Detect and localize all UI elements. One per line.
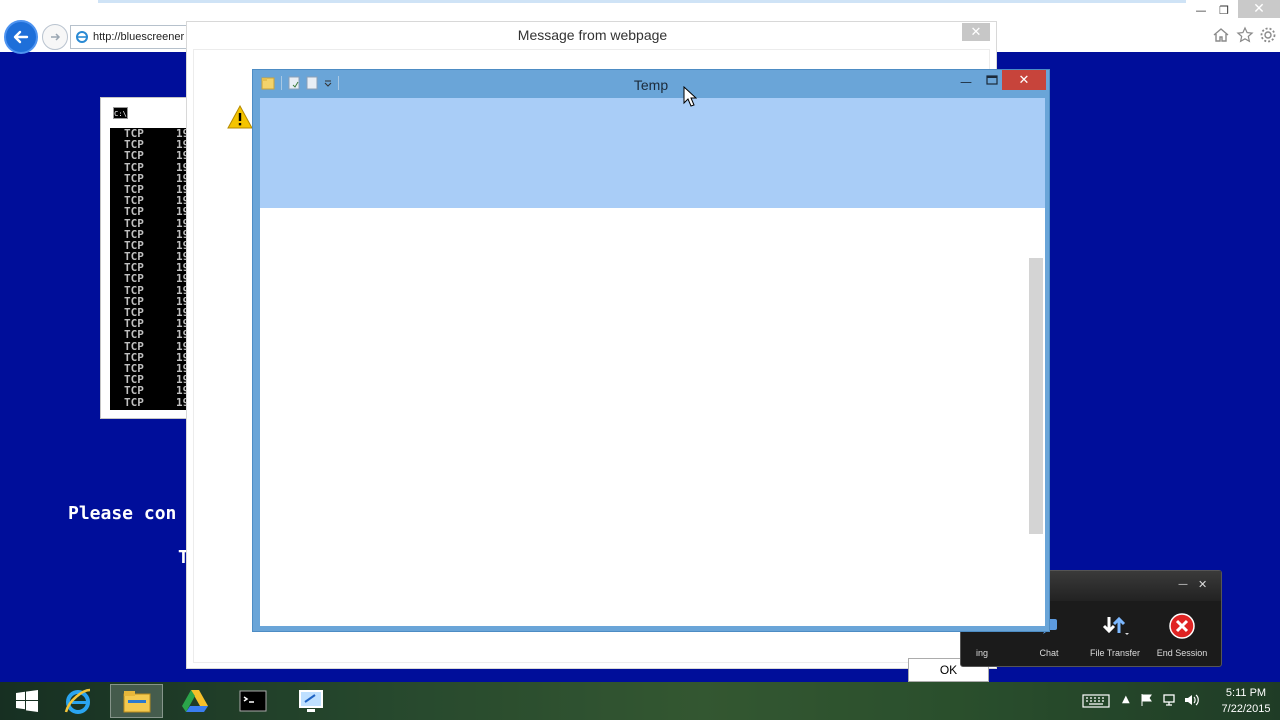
browser-restore-button[interactable]: ❐: [1213, 2, 1235, 18]
tab-strip: [98, 0, 1186, 3]
command-prompt-icon: [239, 690, 266, 712]
google-drive-icon: [181, 690, 208, 712]
cmd-protocol: TCP: [124, 395, 144, 409]
end-session-label: End Session: [1156, 648, 1208, 658]
dialog-title: Message from webpage: [517, 27, 668, 43]
explorer-maximize-button[interactable]: [982, 73, 1002, 89]
file-explorer-icon: [123, 691, 150, 713]
start-button[interactable]: [0, 684, 53, 718]
end-session-icon: [1169, 613, 1195, 639]
gear-icon[interactable]: [1259, 26, 1277, 44]
cmd-protocol: TCP: [124, 205, 144, 219]
explorer-close-button[interactable]: ✕: [1002, 70, 1046, 90]
taskbar-command-prompt[interactable]: [226, 684, 279, 718]
taskbar-remote-desktop[interactable]: [284, 684, 337, 718]
windows-logo-icon: [15, 690, 38, 712]
system-tray: ▲ 5:11 PM 7/22/2015: [1080, 682, 1280, 720]
address-bar[interactable]: http://bluescreener: [70, 25, 190, 49]
cmd-protocol: TCP: [124, 272, 144, 286]
browser-close-button[interactable]: ✕: [1238, 0, 1280, 18]
clock-date[interactable]: 7/22/2015: [1214, 703, 1278, 715]
dialog-close-button[interactable]: ✕: [962, 23, 990, 41]
file-transfer-button[interactable]: File Transfer: [1085, 611, 1145, 658]
explorer-title: Temp: [633, 77, 669, 93]
back-arrow-icon: [13, 30, 29, 44]
taskbar: ▲ 5:11 PM 7/22/2015: [0, 682, 1280, 720]
favorites-star-icon[interactable]: [1236, 26, 1254, 44]
cmd-protocol: TCP: [124, 216, 144, 230]
remote-desktop-icon: [298, 690, 323, 712]
explorer-content[interactable]: [260, 98, 1045, 626]
address-url: http://bluescreener: [93, 31, 185, 43]
cmd-protocol: TCP: [124, 384, 144, 398]
warning-icon: [227, 105, 253, 129]
cmd-icon: C:\: [113, 107, 128, 119]
clock-time[interactable]: 5:11 PM: [1218, 687, 1274, 699]
forward-arrow-icon: [51, 33, 61, 41]
cmd-protocol: TCP: [124, 149, 144, 163]
forward-button[interactable]: [42, 24, 68, 50]
end-session-button[interactable]: End Session: [1152, 611, 1212, 658]
file-transfer-icon: [1102, 616, 1129, 635]
page-warning-text: Please con: [68, 503, 177, 524]
show-hidden-icons-button[interactable]: ▲: [1122, 694, 1130, 705]
network-icon[interactable]: [1162, 693, 1178, 707]
volume-icon[interactable]: [1184, 693, 1200, 707]
taskbar-internet-explorer[interactable]: [51, 684, 104, 718]
ribbon-area: [260, 98, 1045, 208]
back-button[interactable]: [4, 20, 38, 54]
explorer-minimize-button[interactable]: —: [956, 75, 976, 91]
remote-toolbar-minimize-button[interactable]: —: [1178, 579, 1188, 590]
chat-label: Chat: [1039, 648, 1059, 658]
action-center-flag-icon[interactable]: [1140, 693, 1154, 707]
mouse-cursor-icon: [683, 86, 697, 107]
explorer-titlebar[interactable]: Temp — ✕: [253, 70, 1049, 98]
cmd-protocol: TCP: [124, 328, 144, 342]
ie-page-icon: [76, 31, 88, 43]
explorer-window[interactable]: Temp — ✕: [252, 69, 1050, 632]
touch-keyboard-icon[interactable]: [1082, 694, 1110, 708]
home-icon[interactable]: [1212, 26, 1230, 44]
browser-minimize-button[interactable]: —: [1190, 2, 1212, 18]
taskbar-file-explorer[interactable]: [110, 684, 163, 718]
internet-explorer-icon: [64, 688, 90, 714]
remote-toolbar-close-button[interactable]: ✕: [1198, 578, 1207, 591]
vertical-scrollbar[interactable]: [1029, 258, 1043, 534]
file-transfer-label: File Transfer: [1089, 648, 1140, 658]
taskbar-google-drive[interactable]: [168, 684, 221, 718]
screen-sharing-label: ing: [976, 648, 989, 658]
